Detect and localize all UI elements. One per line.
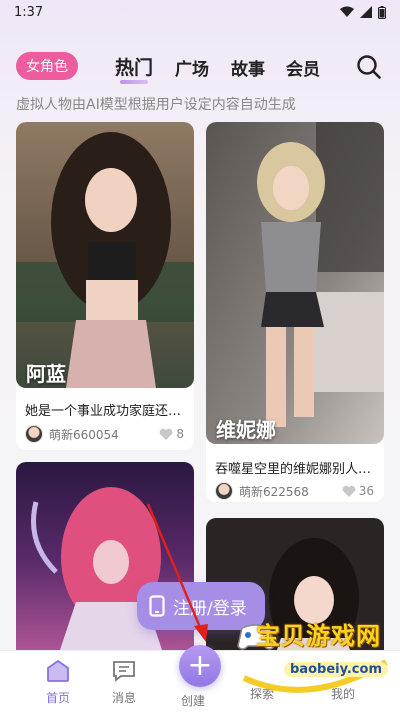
signal-icon bbox=[360, 6, 372, 18]
author-name: 萌新622568 bbox=[239, 484, 309, 499]
status-icons bbox=[340, 5, 386, 19]
tab-story[interactable]: 故事 bbox=[231, 55, 265, 80]
create-plus-icon[interactable]: + bbox=[179, 645, 221, 687]
card-meta: 萌新660054 8 bbox=[25, 424, 184, 444]
message-icon bbox=[113, 661, 135, 682]
disclaimer-subtitle: 虚拟人物由AI模型根据用户设定内容自动生成 bbox=[16, 97, 296, 113]
heart-icon bbox=[342, 485, 356, 497]
character-description: 吞噬星空里的维妮娜别人… bbox=[215, 462, 372, 477]
like-count-value: 36 bbox=[358, 484, 374, 498]
character-card[interactable]: 维妮娜 吞噬星空里的维妮娜别人… 萌新622568 36 bbox=[206, 122, 384, 502]
wifi-icon bbox=[340, 6, 354, 17]
like-count[interactable]: 36 bbox=[342, 484, 374, 498]
character-portrait bbox=[16, 122, 194, 388]
character-name: 阿蓝 bbox=[26, 362, 66, 386]
character-portrait bbox=[206, 122, 384, 444]
author-name: 萌新660054 bbox=[49, 427, 119, 442]
site-watermark: 宝贝游戏网 baobeiy.com bbox=[236, 612, 400, 704]
tab-hot[interactable]: 热门 bbox=[115, 53, 153, 80]
like-count-value: 8 bbox=[176, 427, 184, 441]
nav-create-label: 创建 bbox=[181, 694, 206, 708]
watermark-url: baobeiy.com bbox=[284, 662, 388, 677]
like-count[interactable]: 8 bbox=[159, 427, 184, 441]
role-filter-chip[interactable]: 女角色 bbox=[16, 52, 78, 80]
nav-home[interactable]: 首页 bbox=[33, 659, 83, 706]
annotation-arrow bbox=[146, 503, 208, 642]
character-card[interactable]: 阿蓝 她是一个事业成功家庭还… 萌新660054 8 bbox=[16, 122, 194, 450]
watermark-text: 宝贝游戏网 bbox=[256, 622, 381, 650]
battery-icon bbox=[378, 5, 386, 19]
card-meta: 萌新622568 36 bbox=[215, 481, 374, 501]
character-description: 她是一个事业成功家庭还… bbox=[25, 404, 182, 419]
nav-messages-label: 消息 bbox=[111, 691, 136, 705]
status-bar: 1:37 bbox=[0, 0, 400, 24]
tab-plaza[interactable]: 广场 bbox=[175, 55, 209, 80]
top-bar: 女角色 热门 广场 故事 会员 bbox=[0, 46, 400, 86]
nav-messages[interactable]: 消息 bbox=[99, 659, 149, 706]
search-icon[interactable] bbox=[356, 54, 382, 80]
author-avatar bbox=[25, 425, 43, 443]
heart-icon bbox=[159, 428, 173, 440]
tab-vip[interactable]: 会员 bbox=[286, 55, 320, 80]
author-avatar bbox=[215, 482, 233, 500]
nav-home-label: 首页 bbox=[45, 691, 70, 705]
status-time: 1:37 bbox=[14, 4, 44, 20]
home-icon bbox=[47, 659, 69, 682]
tab-active-indicator bbox=[120, 80, 148, 84]
character-name: 维妮娜 bbox=[216, 418, 276, 442]
